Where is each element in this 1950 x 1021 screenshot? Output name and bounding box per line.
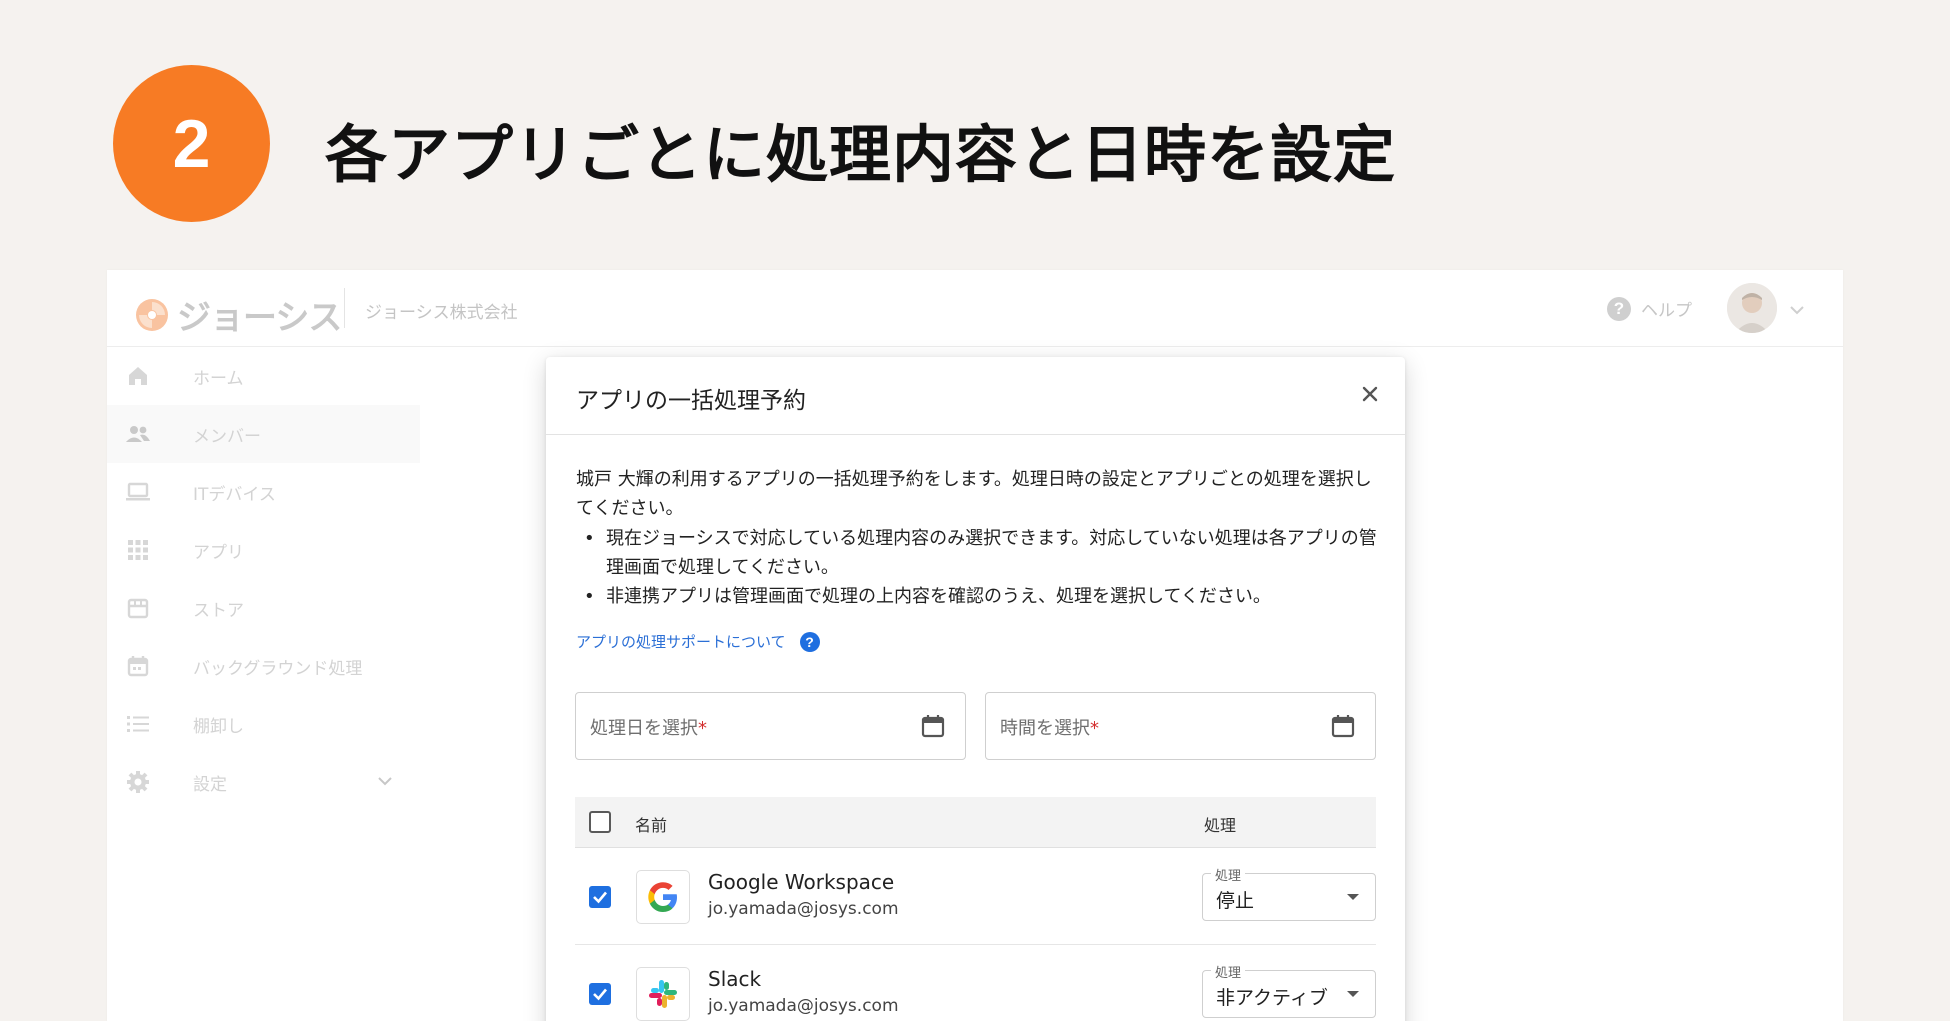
select-value: 停止 [1216,890,1255,912]
sidebar-item-settings[interactable]: 設定 [107,753,420,811]
gear-icon [125,769,151,795]
step-number-badge: 2 [113,65,270,222]
time-placeholder: 時間を選択* [1000,718,1099,739]
josys-logo-icon [136,298,168,331]
sidebar-item-members[interactable]: メンバー [107,405,420,463]
bullet-dot: • [584,528,595,549]
column-header-action: 処理 [1204,816,1237,835]
table-row: Slack jo.yamada@josys.com 処理 非アクティブ [575,946,1376,1021]
select-value: 非アクティブ [1216,987,1328,1009]
app-account-email: jo.yamada@josys.com [708,996,899,1016]
help-label: ヘルプ [1641,301,1692,321]
sidebar: ホーム メンバー ITデバイス アプリ ストア バックグラウンド処理 棚卸し 設… [107,347,420,1021]
support-link-text[interactable]: アプリの処理サポートについて [576,631,786,652]
action-select[interactable]: 処理 停止 [1202,865,1376,921]
avatar[interactable] [1727,283,1777,333]
note-text: 非連携アプリは管理画面で処理の上内容を確認のうえ、処理を選択してください。 [606,586,1271,607]
list-icon [125,711,151,737]
row-checkbox[interactable] [589,886,611,908]
bulk-process-dialog: アプリの一括処理予約 城戸 大輝の利用するアプリの一括処理予約をします。処理日時… [546,357,1405,1021]
caret-down-icon [1347,991,1359,997]
logo-text: ジョーシス [177,298,342,338]
sidebar-item-label: ホーム [193,368,244,389]
app-name: Slack [708,967,762,991]
sidebar-item-label: 棚卸し [193,716,244,737]
time-picker-field[interactable]: 時間を選択* [985,692,1376,760]
sidebar-item-label: バックグラウンド処理 [193,658,363,679]
app-account-email: jo.yamada@josys.com [708,899,899,919]
sidebar-item-home[interactable]: ホーム [107,347,420,405]
column-header-name: 名前 [635,816,668,835]
step-title: 各アプリごとに処理内容と日時を設定 [325,118,1397,191]
sidebar-item-label: 設定 [193,774,227,795]
calendar-icon[interactable] [1330,713,1356,739]
store-icon [125,595,151,621]
slack-logo-icon [636,967,690,1021]
sidebar-item-label: アプリ [193,542,244,563]
row-checkbox[interactable] [589,983,611,1005]
support-link[interactable]: アプリの処理サポートについて ? [576,631,820,652]
required-mark: * [1090,718,1099,739]
table-row: Google Workspace jo.yamada@josys.com 処理 … [575,849,1376,945]
sidebar-item-store[interactable]: ストア [107,579,420,637]
select-label: 処理 [1211,962,1246,981]
close-icon[interactable] [1356,380,1384,408]
help-button[interactable]: ? ヘルプ [1607,296,1692,321]
home-icon [125,363,151,389]
sidebar-item-label: メンバー [193,426,261,447]
sidebar-item-background-jobs[interactable]: バックグラウンド処理 [107,637,420,695]
dialog-description: 城戸 大輝の利用するアプリの一括処理予約をします。処理日時の設定とアプリごとの処… [576,469,1372,519]
help-circle-icon[interactable]: ? [799,631,820,652]
sidebar-item-inventory[interactable]: 棚卸し [107,695,420,753]
question-circle-icon: ? [1607,296,1631,321]
google-logo-icon [636,870,690,924]
topbar: ジョーシス ジョーシス株式会社 ? ヘルプ [107,270,1843,347]
caret-down-icon [1347,894,1359,900]
required-mark: * [698,718,707,739]
chevron-down-icon[interactable] [1789,300,1805,319]
topbar-divider [344,288,345,328]
app-name: Google Workspace [708,870,895,894]
note-text: 現在ジョーシスで対応している処理内容のみ選択できます。対応していない処理は各アプ… [606,528,1377,578]
people-icon [125,421,151,447]
apps-grid-icon [125,537,151,563]
dialog-header: アプリの一括処理予約 [546,357,1405,435]
select-all-checkbox[interactable] [589,811,611,833]
apps-table-header: 名前 処理 [575,797,1376,848]
sidebar-item-label: ストア [193,600,244,621]
action-select[interactable]: 処理 非アクティブ [1202,962,1376,1018]
dialog-title: アプリの一括処理予約 [576,388,806,414]
sidebar-item-it-devices[interactable]: ITデバイス [107,463,420,521]
company-name: ジョーシス株式会社 [365,303,518,323]
sidebar-item-label: ITデバイス [193,484,276,505]
josys-logo[interactable]: ジョーシス [135,290,342,339]
sidebar-item-apps[interactable]: アプリ [107,521,420,579]
chevron-down-icon [377,774,393,790]
laptop-icon [125,479,151,505]
date-placeholder: 処理日を選択* [590,718,707,739]
select-label: 処理 [1211,865,1246,884]
bullet-dot: • [584,586,595,607]
user-avatar-icon [1727,283,1777,333]
calendar-icon [125,653,151,679]
date-picker-field[interactable]: 処理日を選択* [575,692,966,760]
calendar-icon[interactable] [920,713,946,739]
